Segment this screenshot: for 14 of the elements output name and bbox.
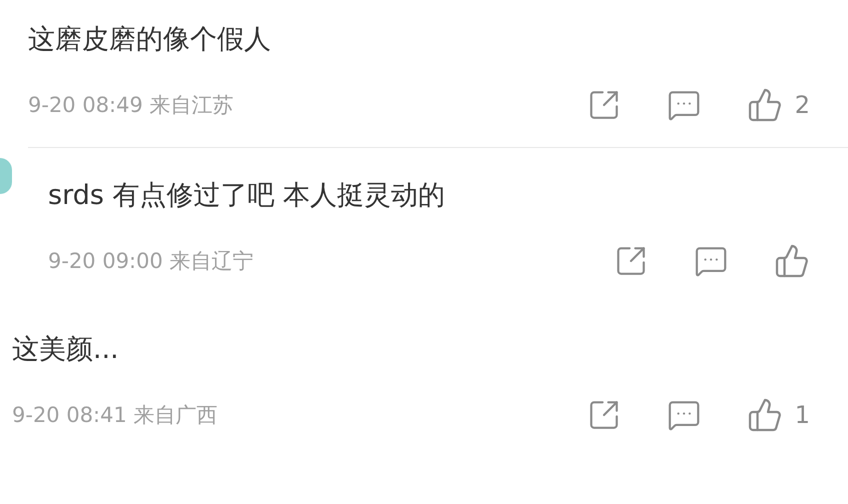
comment-button[interactable]	[694, 244, 728, 278]
like-button[interactable]: 2	[746, 87, 810, 123]
like-button[interactable]	[774, 243, 810, 279]
comment-button[interactable]	[666, 88, 701, 122]
comment-text: 这磨皮磨的像个假人	[28, 23, 271, 57]
comment-text: 这美颜...	[12, 333, 119, 367]
like-button[interactable]: 1	[746, 397, 810, 433]
comment-button[interactable]	[666, 398, 701, 432]
comment-meta: 9-20 08:49 来自江苏	[28, 92, 234, 119]
comment-text: srds 有点修过了吧 本人挺灵动的	[48, 179, 446, 213]
share-button[interactable]	[614, 244, 648, 278]
comment-meta: 9-20 09:00 来自辽宁	[48, 248, 254, 275]
avatar-icon	[0, 158, 12, 194]
comment-meta: 9-20 08:41 来自广西	[12, 402, 218, 429]
